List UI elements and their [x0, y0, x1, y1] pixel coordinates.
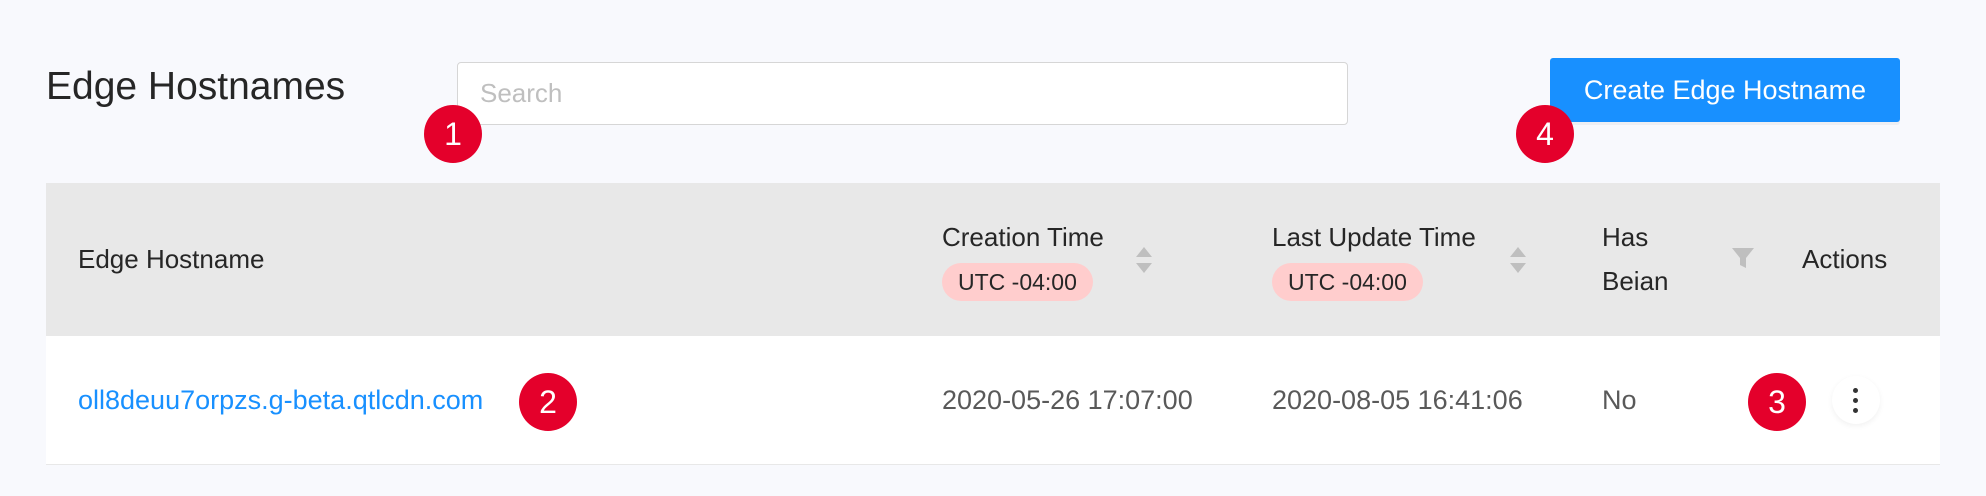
create-edge-hostname-button[interactable]: Create Edge Hostname: [1550, 58, 1900, 122]
column-header-edge-hostname: Edge Hostname: [78, 244, 265, 274]
column-header-creation-time[interactable]: Creation Time: [942, 215, 1104, 259]
last-update-time-cell: 2020-08-05 16:41:06: [1272, 385, 1523, 415]
annotation-marker-3: 3: [1748, 373, 1806, 431]
column-header-actions: Actions: [1802, 244, 1888, 274]
column-header-has-beian-line1: Has: [1602, 222, 1649, 252]
edge-hostname-link[interactable]: oll8deuu7orpzs.g-beta.qtlcdn.com: [78, 380, 483, 420]
last-update-time-sort-icon[interactable]: [1510, 247, 1526, 273]
edge-hostnames-table: Edge Hostname Creation Time UTC -04:00 L…: [46, 183, 1940, 465]
page-title: Edge Hostnames: [46, 65, 346, 108]
last-update-time-timezone-badge: UTC -04:00: [1272, 263, 1423, 301]
creation-time-timezone-badge: UTC -04:00: [942, 263, 1093, 301]
creation-time-cell: 2020-05-26 17:07:00: [942, 385, 1193, 415]
table-row: oll8deuu7orpzs.g-beta.qtlcdn.com 2020-05…: [46, 336, 1940, 465]
more-vertical-icon: [1853, 388, 1858, 393]
row-actions-button[interactable]: [1832, 376, 1880, 424]
creation-time-sort-icon[interactable]: [1136, 247, 1152, 273]
search-input[interactable]: [457, 62, 1348, 125]
has-beian-cell: No: [1602, 385, 1637, 415]
table-header: Edge Hostname Creation Time UTC -04:00 L…: [46, 183, 1940, 336]
annotation-marker-4: 4: [1516, 105, 1574, 163]
column-header-has-beian-line2: Beian: [1602, 266, 1669, 296]
column-header-last-update-time[interactable]: Last Update Time: [1272, 215, 1476, 259]
has-beian-filter-icon[interactable]: [1731, 247, 1755, 269]
annotation-marker-1: 1: [424, 105, 482, 163]
annotation-marker-2: 2: [519, 373, 577, 431]
